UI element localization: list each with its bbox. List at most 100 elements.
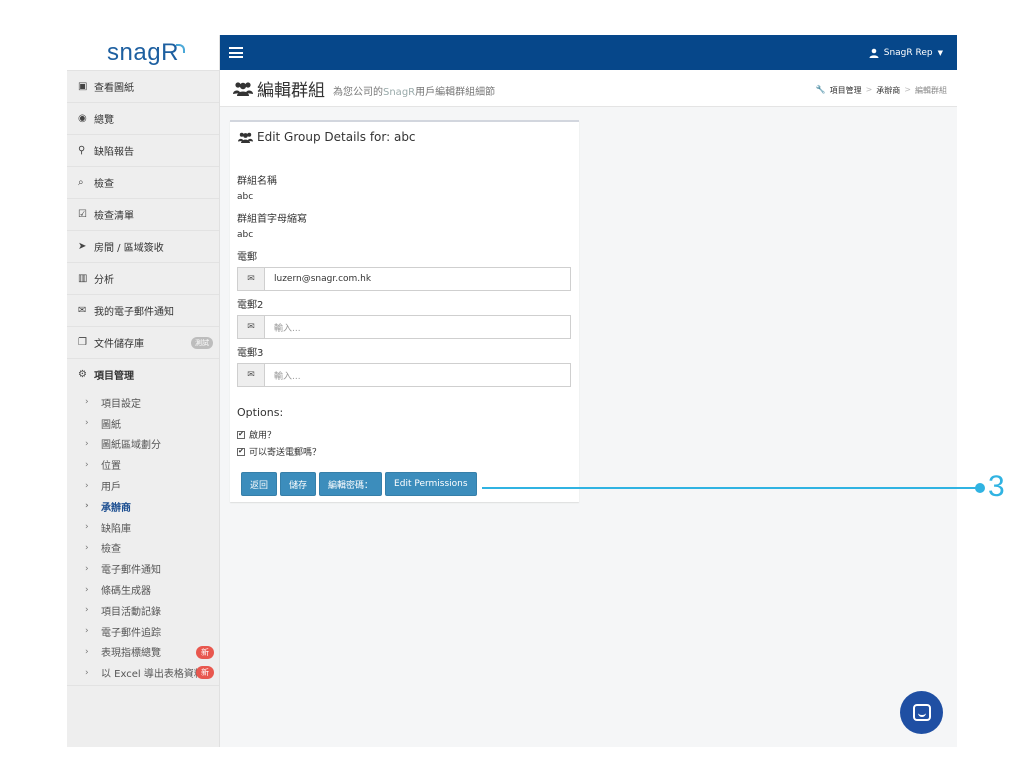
user-icon	[869, 48, 879, 58]
form-buttons: 返回 儲存 編輯密碼： Edit Permissions	[241, 472, 477, 496]
group-name-label: 群組名稱	[237, 176, 277, 187]
enabled-checkbox[interactable]: ✔	[237, 430, 245, 439]
sub-item-label: 表現指標總覽	[101, 648, 161, 660]
sub-item-activity-log[interactable]: › 項目活動記錄	[67, 600, 219, 621]
sub-item-drawings[interactable]: › 圖紙	[67, 413, 219, 434]
email1-input[interactable]: luzern@snagr.com.hk	[265, 268, 570, 290]
envelope-icon: ✉	[238, 268, 265, 290]
enabled-checkbox-row[interactable]: ✔ 啟用？	[237, 428, 276, 441]
new-badge: 新	[196, 666, 214, 680]
sub-item-label: 用戶	[101, 482, 121, 494]
card-title: Edit Group Details for: abc	[230, 122, 579, 144]
sub-item-drawing-zones[interactable]: › 圖紙區域劃分	[67, 434, 219, 455]
snagr-logo[interactable]: snag R	[67, 35, 219, 70]
app-window: snag R ▣ 查看圖紙 ◉ 總覽 ⚲ 缺陷報告 ⌕ 檢查 ☑ 檢查清單 ➤ 房間 / 區域…	[67, 35, 957, 747]
user-name: SnagR Rep	[883, 47, 933, 58]
chevron-right-icon: ›	[85, 667, 89, 678]
sub-item-users[interactable]: › 用戶	[67, 475, 219, 496]
sidebar-item-checklist[interactable]: ☑ 檢查清單	[67, 198, 219, 230]
sidebar-item-room-signoff[interactable]: ➤ 房間 / 區域簽收	[67, 230, 219, 262]
send-email-checkbox[interactable]: ✔	[237, 447, 245, 456]
chevron-right-icon: ›	[85, 584, 89, 595]
chat-launcher-button[interactable]	[900, 691, 943, 734]
sidebar-item-label: 檢查清單	[94, 211, 134, 222]
sub-item-inspections[interactable]: › 檢查	[67, 538, 219, 559]
logo-r: R	[161, 38, 185, 66]
sub-item-locations[interactable]: › 位置	[67, 454, 219, 475]
edit-permissions-button[interactable]: Edit Permissions	[385, 472, 477, 496]
map-marker-icon: ⚲	[78, 145, 86, 156]
chevron-right-icon: ›	[85, 646, 89, 657]
user-menu[interactable]: SnagR Rep ▼	[869, 48, 943, 58]
new-badge: 新	[196, 645, 214, 659]
sidebar-item-label: 查看圖紙	[94, 83, 134, 94]
checkbox-icon: ☑	[78, 209, 87, 220]
sub-item-label: 圖紙	[101, 419, 121, 431]
edit-password-button[interactable]: 編輯密碼：	[319, 472, 383, 496]
chevron-right-icon: ›	[85, 605, 89, 616]
chevron-right-icon: ›	[85, 501, 89, 512]
sub-item-project-settings[interactable]: › 項目設定	[67, 392, 219, 413]
sidebar-item-inspection[interactable]: ⌕ 檢查	[67, 166, 219, 198]
back-button[interactable]: 返回	[241, 472, 278, 496]
sidebar-item-label: 分析	[94, 275, 114, 286]
sub-item-barcode-generator[interactable]: › 條碼生成器	[67, 579, 219, 600]
email2-input[interactable]: 輸入...	[265, 316, 570, 338]
sub-item-label: 檢查	[101, 544, 121, 556]
options-title: Options:	[237, 406, 284, 419]
save-button[interactable]: 儲存	[280, 472, 317, 496]
sub-item-excel-export[interactable]: › 以 Excel 導出表格資料新	[67, 662, 219, 683]
envelope-icon: ✉	[238, 364, 265, 386]
edit-group-card: Edit Group Details for: abc 群組名稱 abc 群組首…	[230, 120, 579, 502]
sidebar-item-label: 文件儲存庫	[94, 339, 144, 350]
sidebar-item-view-drawings[interactable]: ▣ 查看圖紙	[67, 70, 219, 102]
group-name-value: abc	[237, 192, 254, 202]
chevron-right-icon: ›	[85, 459, 89, 470]
dashboard-icon: ◉	[78, 113, 87, 124]
subtitle-text: 用戶編輯群組細節	[415, 86, 496, 98]
project-management-submenu: › 項目設定 › 圖紙 › 圖紙區域劃分 › 位置 › 用戶 › 承辦商 › 缺陷庫 › 檢查 …	[67, 390, 219, 687]
hamburger-menu-icon[interactable]	[229, 47, 243, 58]
sidebar-item-email-notifications[interactable]: ✉ 我的電子郵件通知	[67, 294, 219, 326]
sidebar-item-label: 項目管理	[94, 371, 134, 382]
chevron-right-icon: ›	[85, 542, 89, 553]
sub-item-defect-library[interactable]: › 缺陷庫	[67, 517, 219, 538]
send-email-checkbox-row[interactable]: ✔ 可以寄送電郵嗎？	[237, 445, 321, 458]
email1-label: 電郵	[237, 252, 257, 263]
sidebar-item-defect-report[interactable]: ⚲ 缺陷報告	[67, 134, 219, 166]
subtitle-brand: SnagR	[383, 86, 416, 98]
chevron-right-icon: ›	[85, 438, 89, 449]
chat-icon	[912, 704, 931, 721]
sub-item-email-notifications[interactable]: › 電子郵件通知	[67, 558, 219, 579]
chevron-right-icon: ›	[85, 397, 89, 408]
subtitle-text: 為您公司的	[333, 86, 383, 98]
sub-item-contractors[interactable]: › 承辦商	[67, 496, 219, 517]
card-title-text: Edit Group Details for: abc	[257, 130, 416, 144]
breadcrumb-current: 編輯群組	[915, 86, 947, 95]
breadcrumb: 🔧 項目管理 > 承辦商 > 編輯群組	[816, 85, 947, 96]
sidebar-item-analytics[interactable]: ▥ 分析	[67, 262, 219, 294]
sub-item-label: 位置	[101, 461, 121, 473]
sub-item-kpi-overview[interactable]: › 表現指標總覽 新	[67, 642, 219, 663]
sidebar-item-label: 房間 / 區域簽收	[94, 243, 164, 254]
chevron-right-icon: ›	[85, 418, 89, 429]
breadcrumb-separator: >	[904, 85, 911, 94]
breadcrumb-item[interactable]: 承辦商	[876, 85, 900, 96]
sidebar-item-label: 總覽	[94, 115, 114, 126]
chevron-right-icon: ›	[85, 563, 89, 574]
sub-item-label: 承辦商	[101, 502, 131, 514]
sidebar-item-project-management[interactable]: ⚙ 項目管理	[67, 358, 219, 390]
callout-dot	[975, 483, 985, 493]
sub-item-email-tracking[interactable]: › 電子郵件追踪	[67, 621, 219, 642]
users-icon	[233, 82, 253, 96]
breadcrumb-item[interactable]: 項目管理	[830, 85, 862, 96]
sub-item-label: 圖紙區域劃分	[101, 440, 161, 452]
sidebar-item-dashboard[interactable]: ◉ 總覽	[67, 102, 219, 134]
sidebar-item-label: 缺陷報告	[94, 147, 134, 158]
sidebar-item-document-repository[interactable]: ❐ 文件儲存庫 測試	[67, 326, 219, 358]
sub-item-label: 條碼生成器	[101, 586, 151, 598]
email2-label: 電郵2	[237, 300, 264, 311]
sidebar: snag R ▣ 查看圖紙 ◉ 總覽 ⚲ 缺陷報告 ⌕ 檢查 ☑ 檢查清單 ➤ 房間 / 區域…	[67, 35, 220, 747]
email3-input[interactable]: 輸入...	[265, 364, 570, 386]
search-icon: ⌕	[78, 177, 84, 188]
